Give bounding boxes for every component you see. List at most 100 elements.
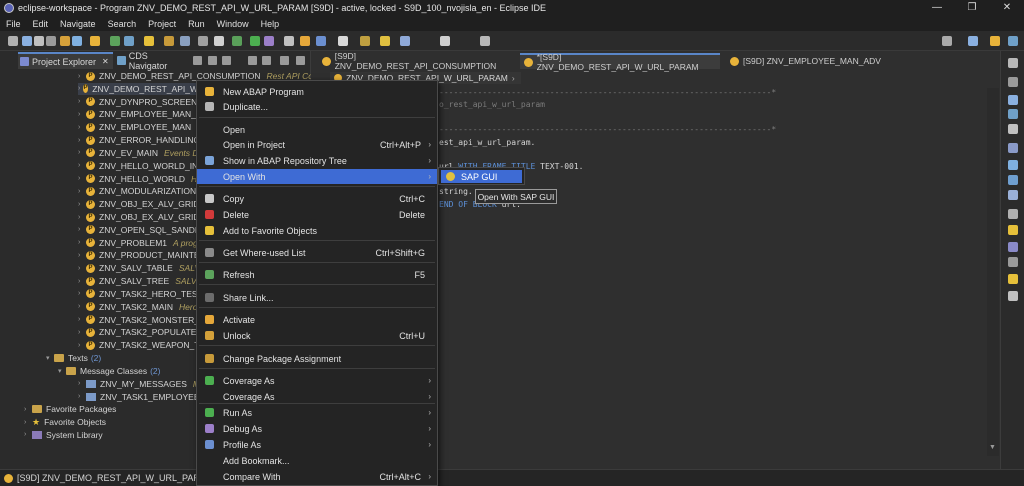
toolbar-tool-15-icon[interactable] bbox=[232, 36, 242, 46]
toolbar-tool-9-icon[interactable] bbox=[124, 36, 134, 46]
scroll-down-icon[interactable]: ▼ bbox=[989, 444, 997, 452]
toolbar-tool-12-icon[interactable] bbox=[180, 36, 190, 46]
tree-item[interactable]: ›PZNV_HELLO_WORLDHe bbox=[78, 173, 202, 185]
close-tab-icon[interactable]: ✕ bbox=[102, 57, 109, 66]
collapse-all-icon[interactable] bbox=[193, 56, 202, 65]
minimize-button[interactable]: — bbox=[920, 0, 954, 16]
toolbar-tool-20-icon[interactable] bbox=[316, 36, 326, 46]
collapsed-arrow-icon[interactable]: › bbox=[78, 175, 86, 182]
view-menu-icon[interactable] bbox=[248, 56, 257, 65]
tree-item[interactable]: › P ZNV_TASK2_MONSTER_T bbox=[78, 314, 204, 326]
minimize-view-icon[interactable] bbox=[280, 56, 289, 65]
collapsed-arrow-icon[interactable]: › bbox=[78, 278, 86, 285]
tree-item[interactable]: › P ZNV_HELLO_WORLD_INF bbox=[78, 160, 203, 172]
menu-project[interactable]: Project bbox=[142, 19, 182, 29]
tree-item[interactable]: › ★ Favorite Objects bbox=[24, 416, 106, 428]
menu-search[interactable]: Search bbox=[102, 19, 143, 29]
side-view-7-icon[interactable] bbox=[1008, 160, 1018, 170]
menu-item-delete[interactable]: Delete Delete bbox=[197, 207, 437, 222]
tree-item[interactable]: › P ZNV_OPEN_SQL_SANDB bbox=[78, 224, 201, 236]
tab-cds-navigator[interactable]: CDS Navigator bbox=[115, 51, 187, 71]
tree-item[interactable]: ›PZNV_EMPLOYEE_MANE bbox=[78, 121, 203, 133]
menu-window[interactable]: Window bbox=[211, 19, 255, 29]
tree-item[interactable]: ›ZNV_MY_MESSAGESMy bbox=[78, 378, 204, 390]
side-view-14-icon[interactable] bbox=[1008, 274, 1018, 284]
toolbar-tool-13-icon[interactable] bbox=[198, 36, 208, 46]
tree-item[interactable]: ▾ Texts (2) bbox=[46, 352, 101, 364]
toolbar-tool-24-icon[interactable] bbox=[400, 36, 410, 46]
tree-item[interactable]: › P ZNV_TASK2_POPULATE_M bbox=[78, 326, 208, 338]
side-view-9-icon[interactable] bbox=[1008, 190, 1018, 200]
chevron-down-icon[interactable] bbox=[262, 56, 271, 65]
collapsed-arrow-icon[interactable]: › bbox=[24, 431, 32, 438]
tree-item[interactable]: › P ZNV_DEMO_REST_API_W bbox=[78, 82, 198, 95]
toolbar-tool-18-icon[interactable] bbox=[284, 36, 294, 46]
toolbar-tool-19-icon[interactable] bbox=[300, 36, 310, 46]
menu-item-change-package-assignment[interactable]: Change Package Assignment bbox=[197, 351, 437, 366]
collapsed-arrow-icon[interactable]: › bbox=[24, 419, 32, 426]
toolbar-tool-2-icon[interactable] bbox=[22, 36, 32, 46]
collapsed-arrow-icon[interactable]: › bbox=[78, 137, 86, 144]
collapsed-arrow-icon[interactable]: › bbox=[78, 290, 86, 297]
search-icon[interactable] bbox=[942, 36, 952, 46]
toolbar-tool-5-icon[interactable] bbox=[60, 36, 70, 46]
side-view-2-icon[interactable] bbox=[1008, 77, 1018, 87]
collapsed-arrow-icon[interactable]: › bbox=[78, 265, 86, 272]
toolbar-tool-14-icon[interactable] bbox=[214, 36, 224, 46]
toolbar-tool-21-icon[interactable] bbox=[338, 36, 348, 46]
tree-item[interactable]: › P ZNV_OBJ_EX_ALV_GRID bbox=[78, 211, 199, 223]
tree-item[interactable]: ▾ Message Classes (2) bbox=[58, 365, 160, 377]
tab-editor-3[interactable]: [S9D] ZNV_EMPLOYEE_MAN_ADV bbox=[726, 53, 896, 69]
menu-item-open-with[interactable]: Open With › bbox=[197, 169, 437, 184]
side-view-15-icon[interactable] bbox=[1008, 291, 1018, 301]
tab-project-explorer[interactable]: Project Explorer ✕ bbox=[18, 52, 113, 69]
toolbar-tool-10-icon[interactable] bbox=[144, 36, 154, 46]
tree-item[interactable]: › Favorite Packages bbox=[24, 403, 116, 415]
expanded-arrow-icon[interactable]: ▾ bbox=[46, 354, 54, 362]
tree-item[interactable]: › P ZNV_MODULARIZATION bbox=[78, 185, 196, 197]
tree-item[interactable]: › P ZNV_EMPLOYEE_MAN_A bbox=[78, 108, 202, 120]
expanded-arrow-icon[interactable]: ▾ bbox=[58, 367, 66, 375]
menu-item-unlock[interactable]: Unlock Ctrl+U bbox=[197, 328, 437, 343]
editor-scrollbar[interactable]: ▼ bbox=[987, 88, 999, 456]
tree-item[interactable]: › System Library bbox=[24, 429, 103, 441]
tree-item[interactable]: › P ZNV_ERROR_HANDLING bbox=[78, 134, 200, 146]
tree-item[interactable]: › P ZNV_DYNPRO_SCREEN_S bbox=[78, 96, 208, 108]
menu-edit[interactable]: Edit bbox=[27, 19, 55, 29]
collapsed-arrow-icon[interactable]: › bbox=[78, 124, 86, 131]
filter-icon[interactable] bbox=[222, 56, 231, 65]
menu-item-debug-as[interactable]: Debug As › bbox=[197, 421, 437, 436]
menu-item-get-where-used-list[interactable]: Get Where-used List Ctrl+Shift+G bbox=[197, 245, 437, 260]
tree-item[interactable]: › P ZNV_EV_MAIN Events D bbox=[78, 147, 199, 159]
menu-file[interactable]: File bbox=[0, 19, 27, 29]
toolbar-tool-3-icon[interactable] bbox=[34, 36, 44, 46]
toolbar-tool-22-icon[interactable] bbox=[360, 36, 370, 46]
maximize-button[interactable]: ❐ bbox=[955, 0, 989, 16]
menu-item-add-bookmark[interactable]: Add Bookmark... bbox=[197, 453, 437, 468]
maximize-view-icon[interactable] bbox=[296, 56, 305, 65]
collapsed-arrow-icon[interactable]: › bbox=[78, 316, 86, 323]
toolbar-tool-1-icon[interactable] bbox=[8, 36, 18, 46]
toolbar-tool-7-icon[interactable] bbox=[90, 36, 100, 46]
toolbar-tool-8-icon[interactable] bbox=[110, 36, 120, 46]
side-view-8-icon[interactable] bbox=[1008, 175, 1018, 185]
collapsed-arrow-icon[interactable]: › bbox=[78, 252, 86, 259]
side-view-12-icon[interactable] bbox=[1008, 242, 1018, 252]
menu-item-coverage-as[interactable]: Coverage As › bbox=[197, 373, 437, 388]
side-view-1-icon[interactable] bbox=[1008, 58, 1018, 68]
side-view-3-icon[interactable] bbox=[1008, 95, 1018, 105]
menu-item-duplicate[interactable]: Duplicate... bbox=[197, 99, 437, 114]
side-view-13-icon[interactable] bbox=[1008, 257, 1018, 267]
abap-perspective-icon[interactable] bbox=[990, 36, 1000, 46]
side-view-5-icon[interactable] bbox=[1008, 124, 1018, 134]
menu-item-add-to-favorite-objects[interactable]: Add to Favorite Objects bbox=[197, 223, 437, 238]
toolbar-tool-25-icon[interactable] bbox=[440, 36, 450, 46]
menu-run[interactable]: Run bbox=[182, 19, 211, 29]
menu-item-coverage-as[interactable]: Coverage As › bbox=[197, 389, 437, 404]
side-view-11-icon[interactable] bbox=[1008, 225, 1018, 235]
menu-item-copy[interactable]: Copy Ctrl+C bbox=[197, 191, 437, 206]
tree-item[interactable]: › P ZNV_PROBLEM1 A prog bbox=[78, 237, 198, 249]
menu-item-activate[interactable]: Activate bbox=[197, 312, 437, 327]
menu-item-sap-gui[interactable]: SAP GUI bbox=[441, 170, 522, 183]
tab-editor-1[interactable]: [S9D] ZNV_DEMO_REST_API_CONSUMPTION bbox=[318, 51, 514, 71]
